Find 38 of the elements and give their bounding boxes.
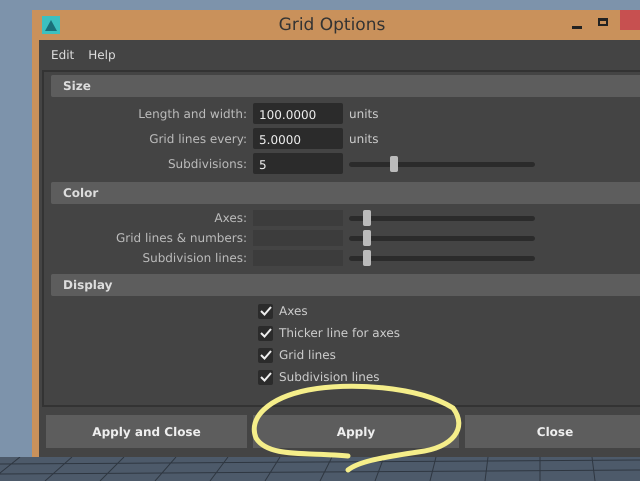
input-field[interactable]: 100.0000: [253, 103, 343, 124]
checkbox-label: Grid lines: [279, 348, 336, 362]
unit-label: units: [349, 106, 379, 120]
section-header[interactable]: Display: [51, 274, 640, 296]
field-label: Length and width:: [137, 106, 248, 120]
slider-thumb[interactable]: [363, 230, 372, 246]
field-label: Grid lines & numbers:: [114, 231, 248, 245]
slider[interactable]: [349, 230, 535, 246]
checkbox[interactable]: [258, 304, 273, 318]
field-label: Axes:: [213, 211, 248, 225]
input-field[interactable]: 5: [253, 153, 343, 174]
maximize-button[interactable]: [598, 18, 608, 26]
slider-thumb[interactable]: [390, 156, 398, 172]
field-label: Subdivision lines:: [141, 251, 248, 265]
input-field[interactable]: 5.0000: [253, 128, 343, 149]
slider[interactable]: [349, 156, 535, 172]
field-label: Grid lines every:: [148, 132, 248, 146]
unit-label: units: [349, 132, 379, 146]
slider-thumb[interactable]: [363, 210, 372, 226]
slider-thumb[interactable]: [363, 250, 372, 266]
window-title: Grid Options: [278, 15, 386, 35]
menu-item[interactable]: Edit: [51, 48, 74, 62]
field-label: Subdivisions:: [166, 156, 248, 170]
checkbox[interactable]: [258, 348, 273, 362]
menu-item[interactable]: Help: [88, 48, 116, 62]
checkbox-label: Axes: [279, 304, 308, 318]
section-header[interactable]: Color: [51, 182, 640, 204]
dialog-button[interactable]: Close: [465, 415, 640, 448]
slider[interactable]: [349, 210, 535, 226]
checkbox-label: Thicker line for axes: [279, 326, 400, 340]
dialog-button[interactable]: Apply and Close: [46, 415, 247, 448]
checkbox[interactable]: [258, 370, 273, 384]
slider[interactable]: [349, 250, 535, 266]
section-header[interactable]: Size: [51, 75, 640, 97]
checkbox-label: Subdivision lines: [279, 370, 380, 384]
checkbox[interactable]: [258, 326, 273, 340]
app-icon: [42, 16, 60, 34]
dialog-button[interactable]: Apply: [253, 415, 459, 448]
